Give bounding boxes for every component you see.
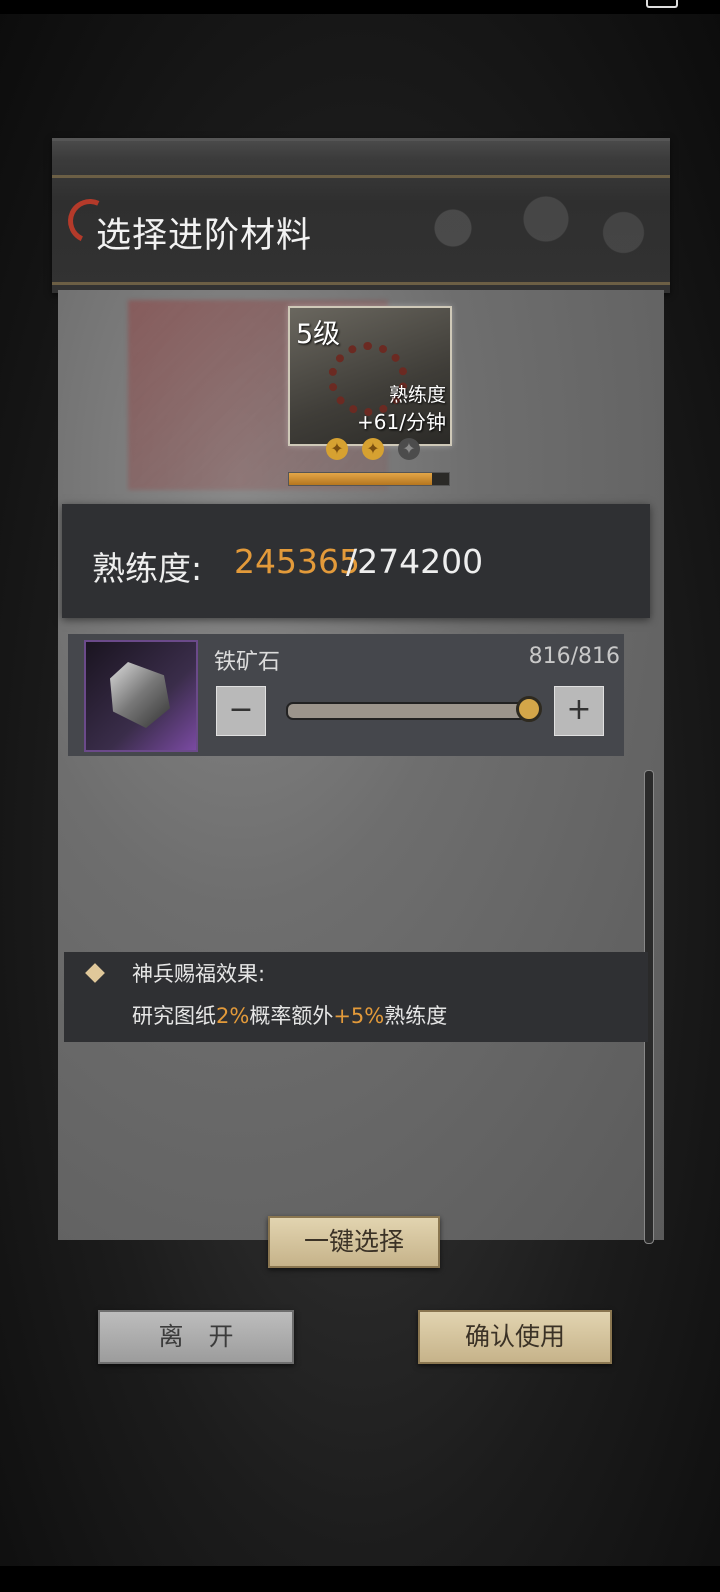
progress-fill: [289, 473, 433, 485]
material-select-dialog: 选择进阶材料 5级 熟练度 +61/分钟 ✦ ✦ ✦ 熟练度: 245365 /…: [52, 138, 670, 1256]
proficiency-label: 熟练度: [388, 384, 446, 406]
blessing-description: 研究图纸2%概率额外+5%熟练度: [132, 1000, 447, 1030]
leave-button[interactable]: 离 开: [98, 1310, 294, 1364]
navigation-bar: [0, 1566, 720, 1592]
blessing-title: 神兵赐福效果:: [132, 962, 266, 986]
ore-shape: [110, 662, 170, 728]
material-count: 816/816: [528, 644, 620, 669]
iron-ore-icon[interactable]: [84, 640, 198, 752]
star-icon: ✦: [362, 438, 384, 460]
material-row: 铁矿石 816/816 − +: [68, 634, 624, 756]
decrease-button[interactable]: −: [216, 686, 266, 736]
quantity-slider[interactable]: [286, 696, 542, 722]
auto-select-button[interactable]: 一键选择: [268, 1216, 440, 1268]
proficiency-summary-label: 熟练度:: [92, 549, 203, 588]
dialog-header: 选择进阶材料: [52, 138, 670, 293]
proficiency-current: 245365: [234, 542, 360, 581]
slider-knob[interactable]: [516, 696, 542, 722]
header-rail-bottom: [52, 282, 670, 285]
blessing-effect-box: 神兵赐福效果: 研究图纸2%概率额外+5%熟练度: [64, 952, 648, 1042]
upgrade-stars: ✦ ✦ ✦: [326, 438, 426, 464]
blessing-text: 熟练度: [384, 1004, 448, 1028]
blessing-percent: +5%: [333, 1004, 385, 1028]
blessing-text: 研究图纸: [132, 1004, 216, 1028]
dialog-title: 选择进阶材料: [96, 216, 313, 256]
proficiency-rate: +61/分钟: [357, 410, 446, 434]
item-level: 5级: [296, 319, 341, 350]
increase-button[interactable]: +: [554, 686, 604, 736]
battery-icon: [646, 0, 678, 8]
proficiency-total: /274200: [346, 542, 484, 581]
cloud-ornament: [360, 183, 670, 273]
weapon-item-card[interactable]: 5级 熟练度 +61/分钟: [288, 306, 452, 446]
star-icon: ✦: [398, 438, 420, 460]
material-name: 铁矿石: [214, 650, 281, 675]
blessing-text: 概率额外: [249, 1004, 334, 1028]
header-rail-top: [52, 175, 670, 178]
diamond-bullet-icon: [85, 963, 105, 983]
confirm-use-button[interactable]: 确认使用: [418, 1310, 612, 1364]
proficiency-summary: 熟练度: 245365 /274200: [62, 504, 650, 618]
blessing-percent: 2%: [216, 1004, 250, 1028]
status-bar: [0, 0, 720, 14]
proficiency-progress-bar: [288, 472, 450, 486]
star-icon: ✦: [326, 438, 348, 460]
